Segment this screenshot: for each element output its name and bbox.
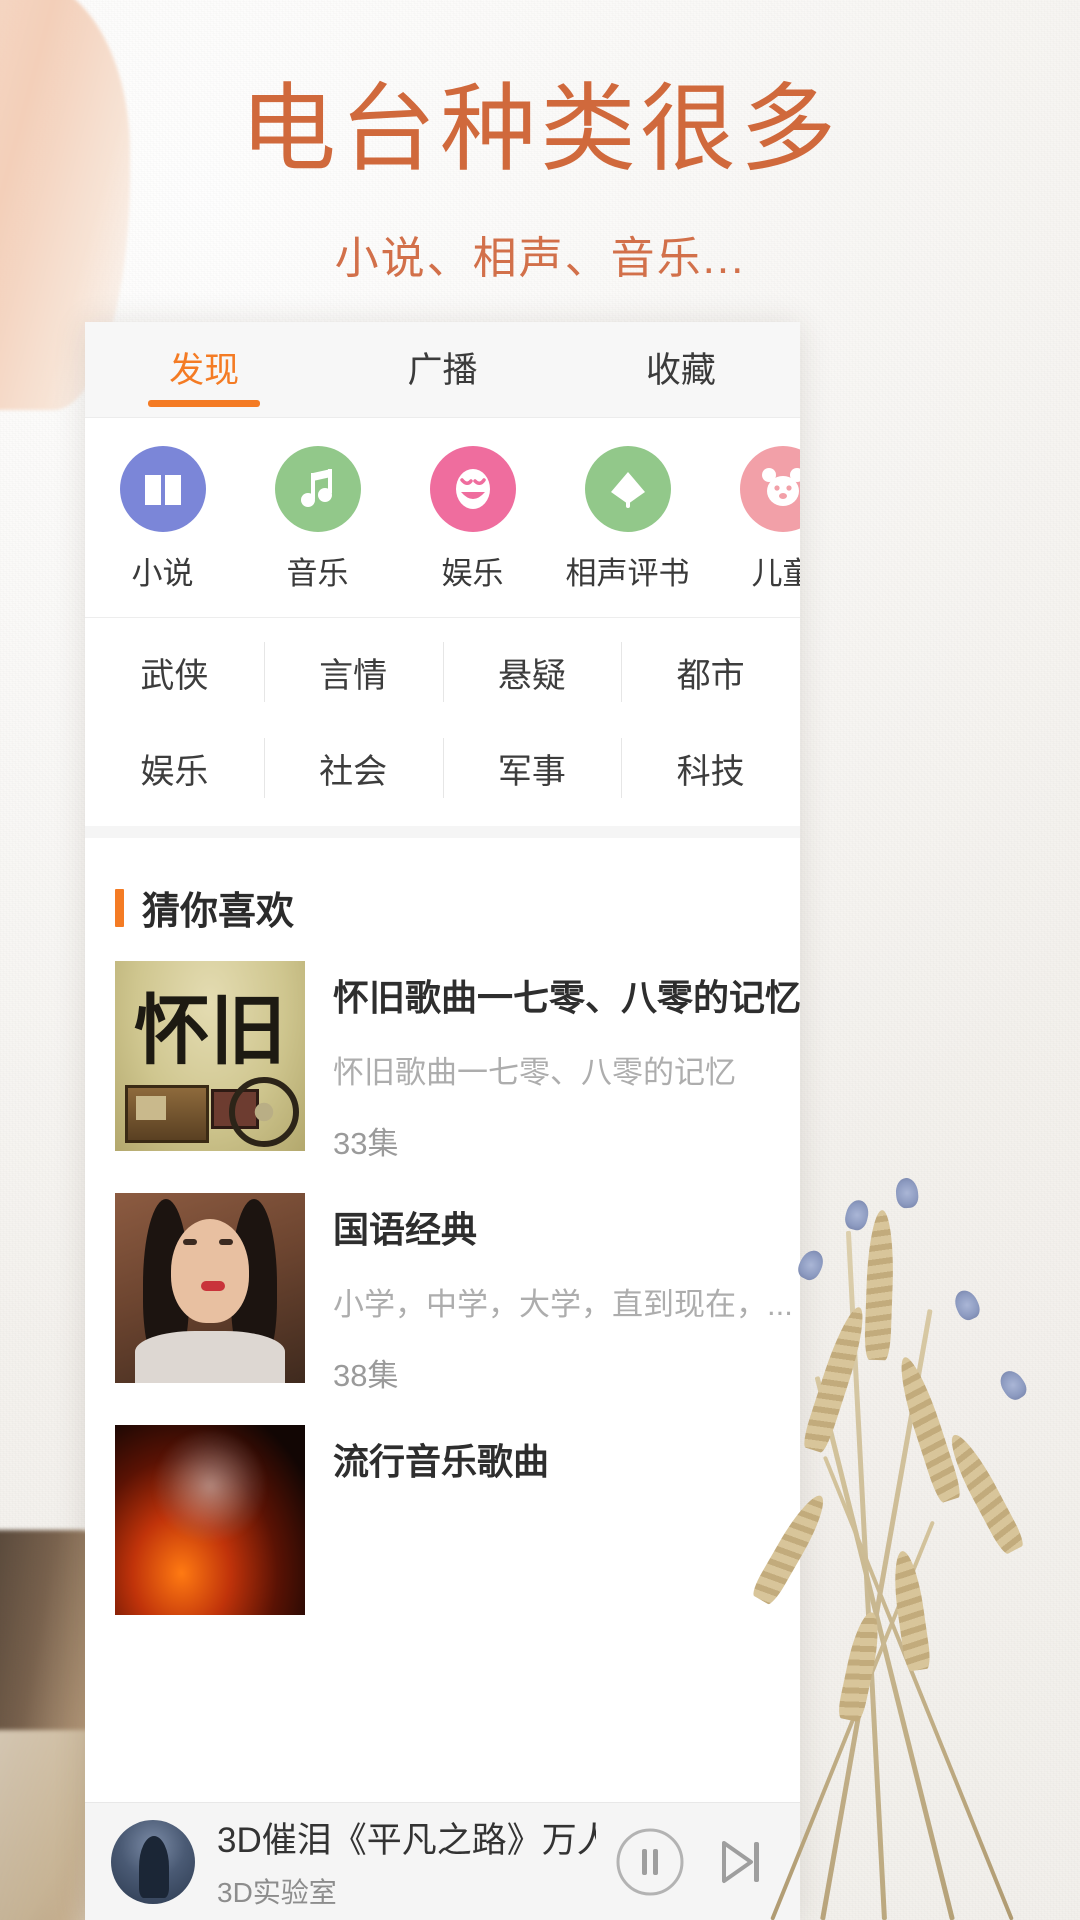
category-music[interactable]: 音乐 [240, 446, 395, 593]
app-screenshot-panel: 发现 广播 收藏 小说 音乐 娱乐 相声评书 儿 武侠 言情 悬疑 都市 娱乐 … [85, 322, 800, 1920]
category-label: 儿童 [751, 556, 801, 591]
list-item[interactable]: 怀旧 怀旧歌曲一七零、八零的记忆 怀旧歌曲一七零、八零的记忆 33集 [85, 961, 800, 1193]
player-text-block: 3D催泪《平凡之路》万人... 3D实验室 [217, 1812, 596, 1911]
fire-flame-thumb [115, 1425, 305, 1615]
subcategory-wuxia[interactable]: 武侠 [85, 624, 264, 720]
list-item-subtitle: 怀旧歌曲一七零、八零的记忆 [333, 1055, 736, 1090]
poster-headline: 电台种类很多 [240, 76, 840, 183]
list-item-title: 怀旧歌曲一七零、八零的记忆 [333, 977, 800, 1018]
subcategory-grid: 武侠 言情 悬疑 都市 娱乐 社会 军事 科技 [85, 618, 800, 838]
smoke-shape [155, 1431, 265, 1541]
player-track-title: 3D催泪《平凡之路》万人... [217, 1821, 596, 1860]
category-crosstalk[interactable]: 相声评书 [550, 446, 705, 593]
open-book-icon [119, 446, 206, 532]
next-button[interactable] [704, 1825, 778, 1899]
radio-shape [125, 1085, 209, 1143]
list-item-subtitle: 小学，中学，大学，直到现在，... [333, 1287, 793, 1322]
list-item-episode-count: 33集 [333, 1126, 399, 1161]
guess-you-like-header: 猜你喜欢 [85, 838, 800, 961]
face-shape [171, 1219, 249, 1323]
skip-next-icon [722, 1840, 759, 1883]
list-item[interactable]: 流行音乐歌曲 [85, 1425, 800, 1645]
lips-shape [201, 1281, 225, 1291]
category-novel[interactable]: 小说 [85, 446, 240, 593]
list-item-title: 国语经典 [333, 1209, 478, 1250]
category-label: 音乐 [286, 556, 349, 591]
category-label: 小说 [131, 556, 194, 591]
pause-circle-icon [616, 1828, 684, 1895]
list-item-body: 流行音乐歌曲 [333, 1425, 800, 1615]
nostalgia-radio-thumb: 怀旧 [115, 961, 305, 1151]
tab-favorites[interactable]: 收藏 [562, 322, 800, 417]
category-label: 娱乐 [441, 556, 504, 591]
woman-portrait-thumb [115, 1193, 305, 1383]
avatar-figure [139, 1835, 169, 1898]
subcategory-military[interactable]: 军事 [442, 720, 622, 816]
category-icon-row[interactable]: 小说 音乐 娱乐 相声评书 儿 [85, 418, 800, 618]
list-item-episode-count: 38集 [333, 1358, 399, 1393]
bear-face-icon [739, 446, 800, 532]
thumb-caption: 怀旧 [134, 986, 286, 1075]
subcategory-urban[interactable]: 都市 [621, 624, 800, 720]
list-item[interactable]: 国语经典 小学，中学，大学，直到现在，... 38集 [85, 1193, 800, 1425]
folding-fan-icon [584, 446, 671, 532]
eye-shape [219, 1239, 233, 1245]
smiley-face-icon [429, 446, 516, 532]
section-accent-bar [115, 888, 124, 927]
shirt-shape [135, 1331, 285, 1383]
player-artist-name: 3D实验室 [217, 1877, 337, 1908]
bicycle-wheel-shape [229, 1077, 299, 1147]
category-kids[interactable]: 儿童 [705, 446, 800, 593]
tab-bar: 发现 广播 收藏 [85, 322, 800, 418]
music-note-icon [274, 446, 361, 532]
subcategory-technology[interactable]: 科技 [621, 720, 800, 816]
subcategory-suspense[interactable]: 悬疑 [442, 624, 622, 720]
subcategory-entertainment[interactable]: 娱乐 [85, 720, 264, 816]
list-item-body: 怀旧歌曲一七零、八零的记忆 怀旧歌曲一七零、八零的记忆 33集 [333, 961, 800, 1163]
category-entertainment[interactable]: 娱乐 [395, 446, 550, 593]
eye-shape [183, 1239, 197, 1245]
avatar[interactable] [111, 1819, 195, 1904]
subcategory-row: 武侠 言情 悬疑 都市 [85, 624, 800, 720]
list-item-title: 流行音乐歌曲 [333, 1441, 550, 1482]
subcategory-romance[interactable]: 言情 [263, 624, 443, 720]
list-item-body: 国语经典 小学，中学，大学，直到现在，... 38集 [333, 1193, 800, 1395]
subcategory-row: 娱乐 社会 军事 科技 [85, 720, 800, 816]
poster-subheadline: 小说、相声、音乐... [334, 234, 746, 283]
tab-discover[interactable]: 发现 [85, 322, 323, 417]
category-label: 相声评书 [565, 556, 690, 591]
section-title: 猜你喜欢 [142, 891, 295, 933]
tab-broadcast[interactable]: 广播 [323, 322, 561, 417]
pause-button[interactable] [612, 1824, 688, 1900]
mini-player-bar[interactable]: 3D催泪《平凡之路》万人... 3D实验室 [85, 1802, 800, 1920]
subcategory-society[interactable]: 社会 [263, 720, 443, 816]
